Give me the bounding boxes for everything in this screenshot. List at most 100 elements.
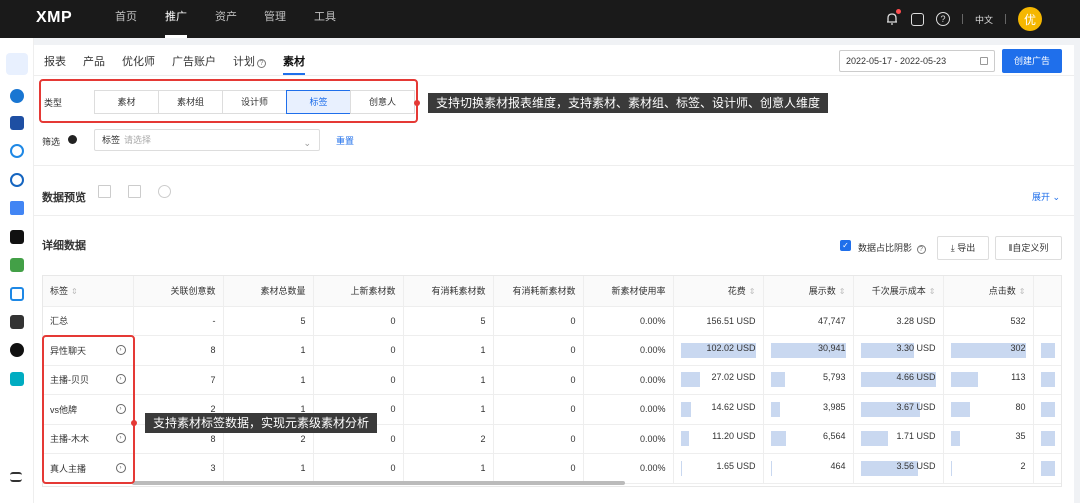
nav-home[interactable]: 首页: [115, 0, 137, 38]
google-ads-icon[interactable]: [10, 201, 24, 215]
help-icon: ?: [257, 59, 266, 68]
chevron-down-icon: ⌄: [303, 138, 311, 148]
line-chart-icon[interactable]: [98, 185, 111, 198]
help-icon[interactable]: ?: [935, 12, 950, 26]
download-icon: ⤓: [950, 243, 955, 253]
horizontal-scrollbar[interactable]: [132, 481, 625, 485]
tag-filter-select[interactable]: 标签 请选择 ⌄: [94, 129, 320, 151]
gear-icon[interactable]: [68, 135, 77, 144]
report-tabs: 报表 产品 优化师 广告账户 计划? 素材: [44, 53, 322, 75]
channel-icon-1[interactable]: [10, 89, 24, 103]
share-bar: [860, 431, 889, 447]
metric-cell-spend: 1.65 USD: [673, 453, 764, 484]
metric-cell-cpm: 3.30 USD: [853, 335, 944, 366]
type-option-tag[interactable]: 标签: [286, 90, 351, 114]
channel-icon-4[interactable]: [10, 258, 24, 272]
metric-cell-clicks: 2: [943, 453, 1034, 484]
tab-ad-account[interactable]: 广告账户: [172, 53, 216, 75]
reset-link[interactable]: 重置: [336, 134, 354, 147]
col-header-cpm[interactable]: 千次展示成本 ⇕: [853, 276, 944, 307]
create-ad-button[interactable]: 创建广告: [1002, 49, 1062, 73]
tiktok-icon[interactable]: [10, 230, 24, 244]
callout-top: 支持切换素材报表维度，支持素材、素材组、标签、设计师、创意人维度: [428, 93, 829, 113]
channel-sidebar: [0, 38, 34, 503]
channel-icon-5[interactable]: [10, 287, 24, 301]
language-switch[interactable]: 中文: [975, 13, 993, 26]
metric-cell: 0.00%: [583, 306, 674, 336]
layers-icon[interactable]: [6, 53, 28, 75]
table-row[interactable]: 真人主播 › 3 1 0 1 0 0.00% 1.65 USD 464 3.56 USD 2: [43, 453, 1061, 484]
share-bar: [950, 431, 960, 447]
col-header: 有消耗素材数: [403, 276, 494, 307]
metric-cell-clicks: 35: [943, 424, 1034, 454]
callout-table: 支持素材标签数据，实现元素级素材分析: [145, 413, 378, 433]
app-logo[interactable]: XMP: [36, 9, 72, 27]
share-bar: [950, 460, 952, 476]
share-bar: [770, 431, 787, 447]
export-button[interactable]: ⤓ 导出: [937, 236, 989, 260]
metric-cell-cpm: 1.71 USD: [853, 424, 944, 454]
metric-cell: 7: [133, 365, 224, 395]
metric-cell-impressions: 464: [763, 453, 854, 484]
metric-cell: 0: [313, 335, 404, 366]
col-header-tag[interactable]: 标签 ⇕: [43, 276, 134, 307]
shadow-checkbox[interactable]: ✓: [840, 240, 851, 251]
nav-assets[interactable]: 资产: [215, 0, 237, 38]
document-icon[interactable]: [910, 12, 924, 26]
notification-dot: [895, 9, 901, 14]
date-range-picker[interactable]: 2022-05-17 - 2022-05-23: [839, 50, 995, 72]
callout-dot: [414, 100, 420, 106]
menu-icon[interactable]: [10, 472, 22, 482]
nav-tools[interactable]: 工具: [314, 0, 336, 38]
col-header-impressions[interactable]: 展示数 ⇕: [763, 276, 854, 307]
callout-dot: [131, 420, 137, 426]
type-option-creator[interactable]: 创意人: [350, 90, 415, 114]
col-header: 上新素材数: [313, 276, 404, 307]
avatar[interactable]: 优: [1018, 7, 1042, 31]
metric-cell: 0: [493, 453, 584, 484]
filter-label: 筛选: [42, 137, 61, 147]
metric-cell: 156.51 USD: [673, 306, 764, 336]
tab-plan[interactable]: 计划?: [233, 53, 266, 75]
expand-link[interactable]: 展开 ⌄: [1032, 190, 1060, 203]
tab-report[interactable]: 报表: [44, 53, 66, 75]
nav-promotion[interactable]: 推广: [165, 0, 187, 38]
vungle-icon[interactable]: [10, 372, 24, 386]
detail-table: 标签 ⇕ 关联创意数 素材总数量 上新素材数 有消耗素材数 有消耗新素材数 新素材…: [42, 275, 1062, 487]
share-bar: [680, 401, 691, 417]
tab-material[interactable]: 素材: [283, 53, 305, 75]
channel-icon-3[interactable]: [10, 144, 24, 158]
metric-cell-spend: 14.62 USD: [673, 394, 764, 425]
overflow-cell: [1033, 424, 1061, 454]
tab-product[interactable]: 产品: [83, 53, 105, 75]
sort-icon: ⇕: [928, 287, 936, 297]
shadow-label-text: 数据占比阴影: [858, 243, 913, 253]
metric-cell-spend: 102.02 USD: [673, 335, 764, 366]
metric-cell: 2: [403, 424, 494, 454]
summary-row[interactable]: 汇总 -5 0 5 0 0.00% 156.51 USD 47,747 3.28 USD 532: [43, 306, 1061, 336]
custom-columns-button[interactable]: ⫴自定义列: [995, 236, 1062, 260]
type-option-material-group[interactable]: 素材组: [158, 90, 223, 114]
channel-icon-2[interactable]: [10, 116, 24, 130]
preview-title: 数据预览: [42, 192, 86, 204]
bell-icon[interactable]: [885, 9, 901, 26]
col-header-spend[interactable]: 花费 ⇕: [673, 276, 764, 307]
tab-optimizer[interactable]: 优化师: [122, 53, 155, 75]
table-row[interactable]: 异性聊天 › 8 1 0 1 0 0.00% 102.02 USD 30,941 3.30 USD 3…: [43, 335, 1061, 366]
nav-manage[interactable]: 管理: [264, 0, 286, 38]
table-row[interactable]: 主播-贝贝 › 7 1 0 1 0 0.00% 27.02 USD 5,793 4.66 USD 11…: [43, 365, 1061, 395]
sort-icon: ⇕: [71, 287, 78, 297]
type-option-material[interactable]: 素材: [94, 90, 159, 114]
col-header-clicks[interactable]: 点击数 ⇕: [943, 276, 1034, 307]
pie-chart-icon[interactable]: [158, 185, 171, 198]
type-option-designer[interactable]: 设计师: [222, 90, 287, 114]
channel-icon-6[interactable]: [10, 343, 24, 357]
divider: [1005, 14, 1006, 24]
sort-icon: ⇕: [838, 287, 846, 297]
meta-icon[interactable]: [10, 173, 24, 187]
bar-chart-icon[interactable]: [128, 185, 141, 198]
share-bar: [770, 401, 781, 417]
divider: [961, 14, 963, 24]
unity-icon[interactable]: [10, 315, 24, 329]
metric-cell: 0.00%: [583, 424, 674, 454]
